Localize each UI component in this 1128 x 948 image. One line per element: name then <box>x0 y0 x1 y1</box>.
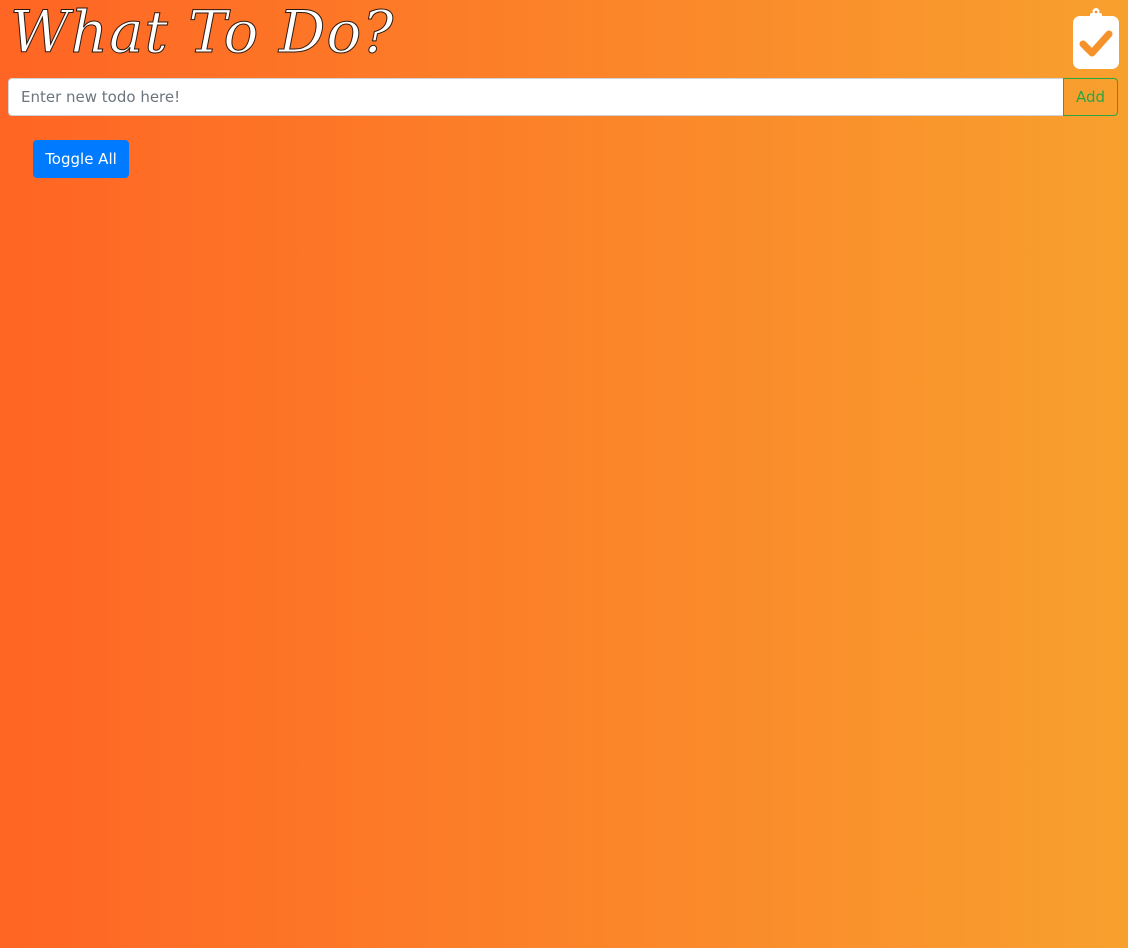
page-title: What To Do? <box>9 0 395 67</box>
new-todo-input[interactable] <box>8 78 1064 116</box>
clipboard-check-icon <box>1073 8 1119 69</box>
toggle-all-button[interactable]: Toggle All <box>33 140 129 178</box>
add-todo-button[interactable]: Add <box>1063 78 1118 116</box>
app-header: What To Do? <box>0 0 1128 72</box>
new-todo-form: Add <box>8 78 1118 116</box>
